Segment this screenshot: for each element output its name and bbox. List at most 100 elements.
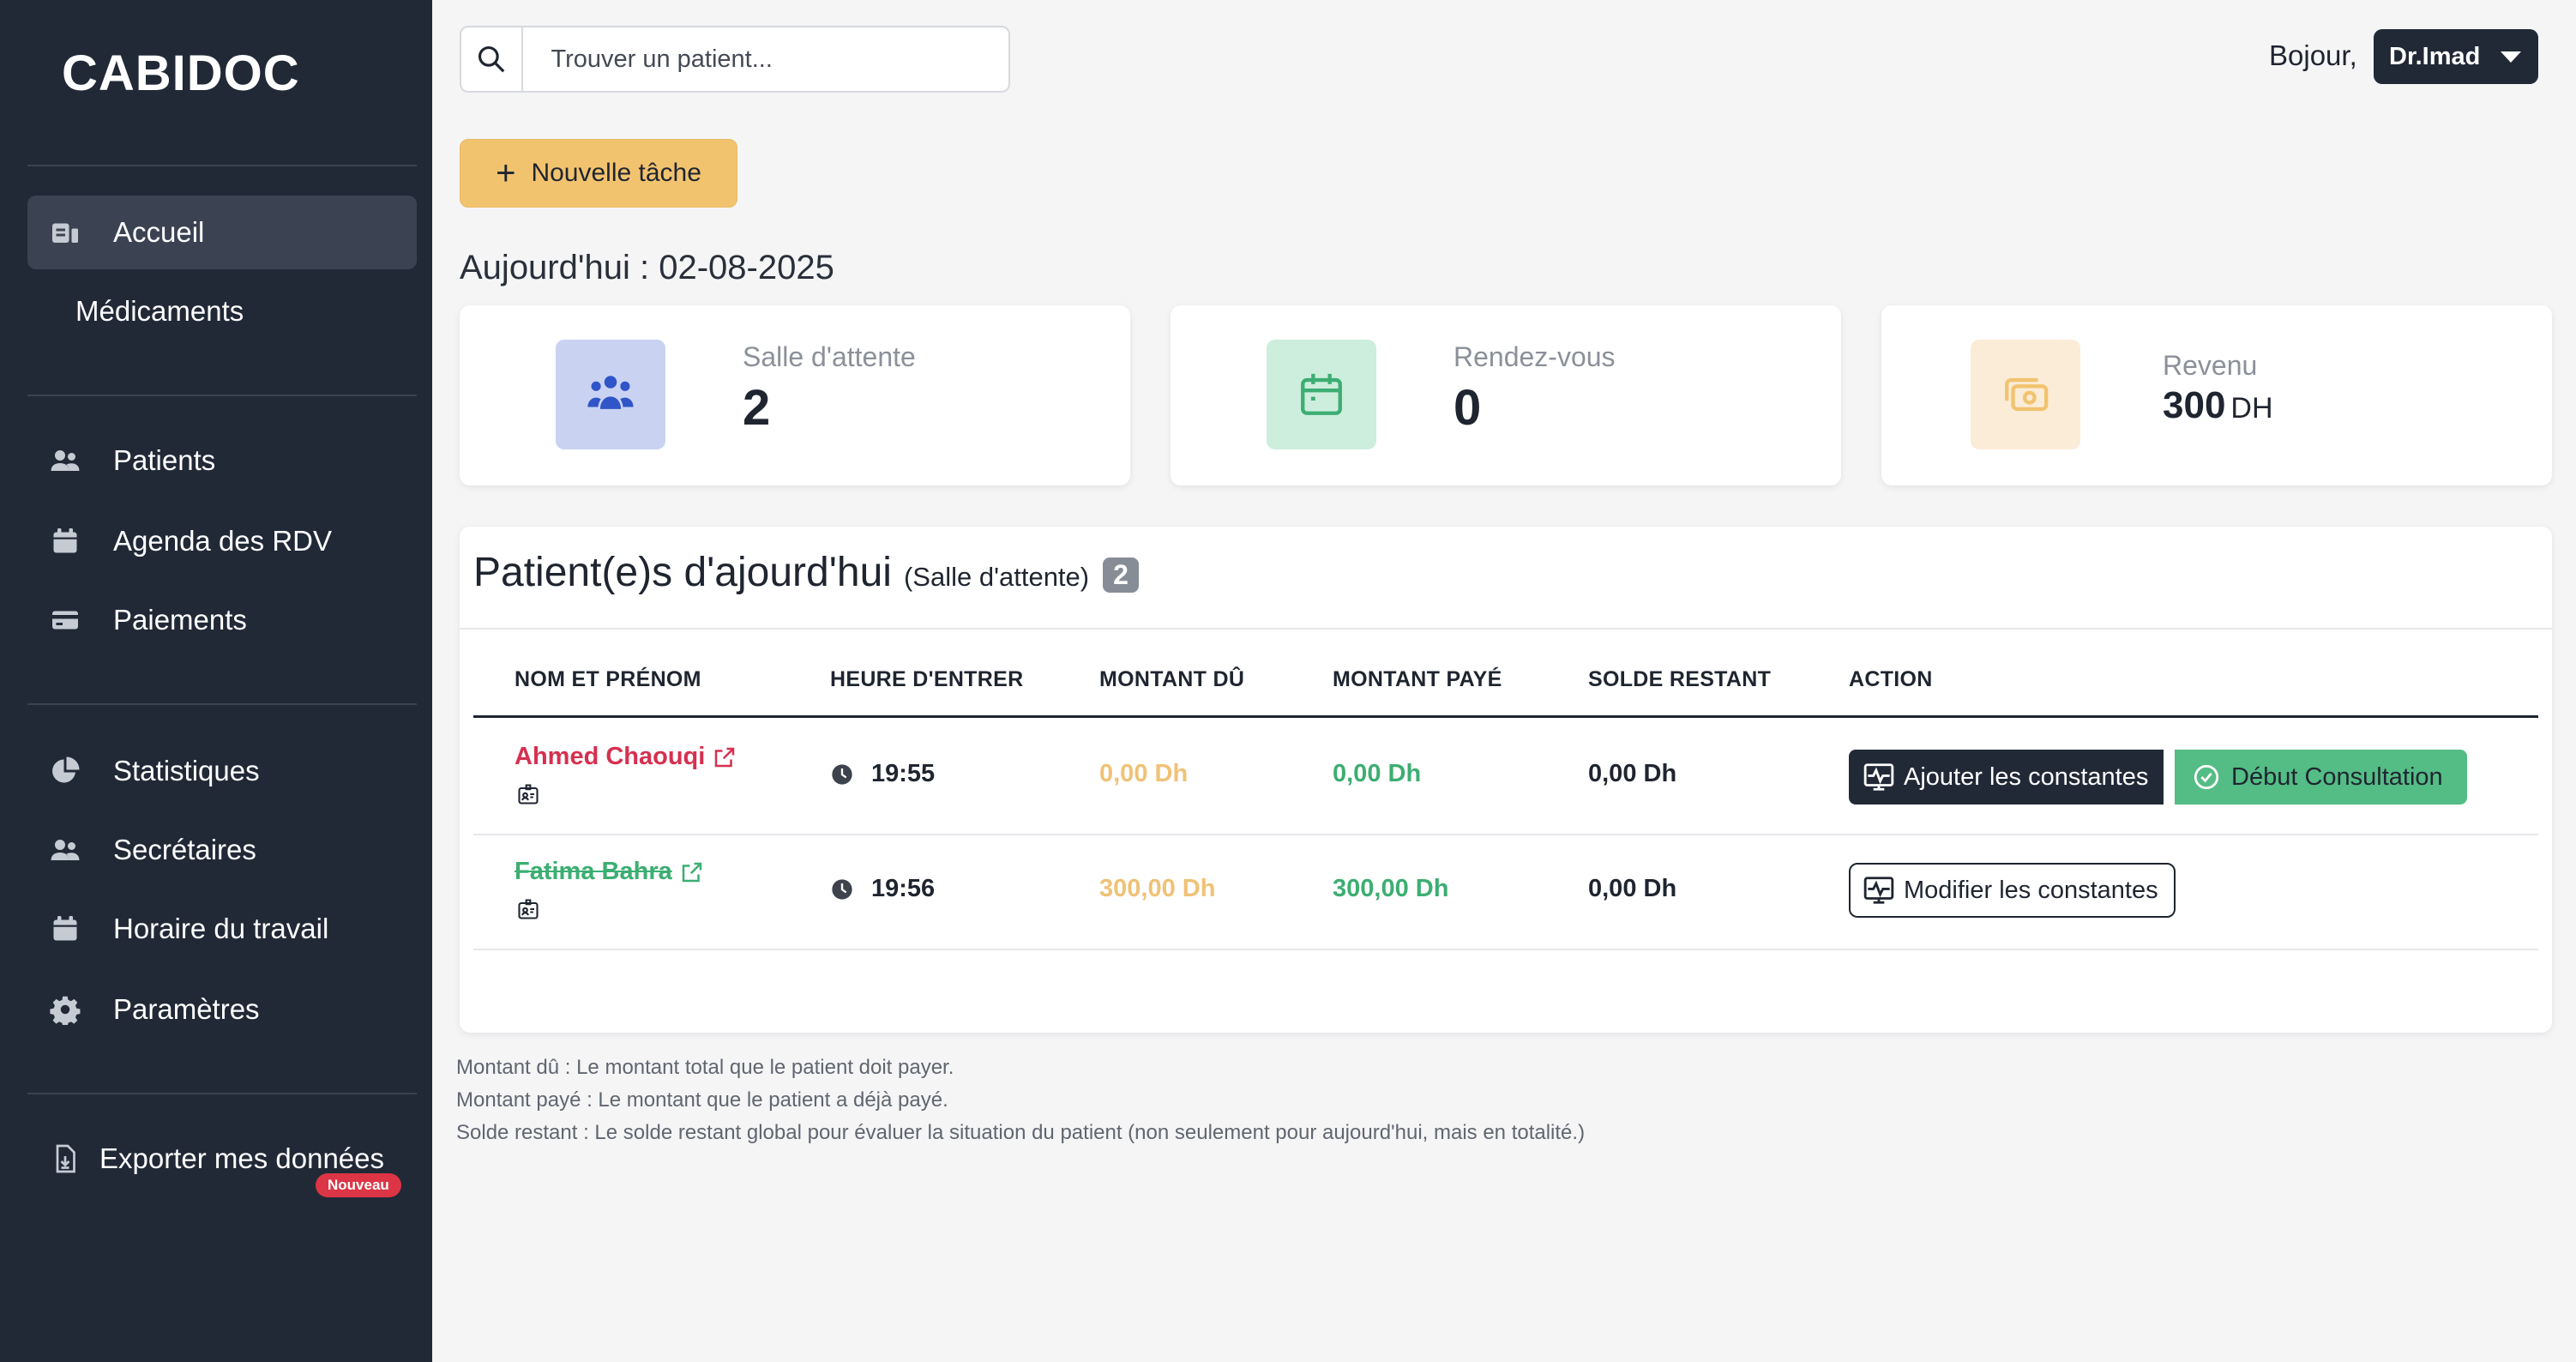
pie-chart-icon (48, 754, 82, 788)
sidebar-item-label: Paiements (113, 604, 247, 636)
sidebar-item-label: Horaire du travail (113, 913, 329, 944)
note-paid: Montant payé : Le montant que le patient… (456, 1088, 948, 1112)
external-link-icon (682, 862, 701, 882)
home-card-icon (48, 215, 82, 250)
sidebar-item-statistiques[interactable]: Statistiques (27, 734, 417, 808)
revenue-amount: 300 (2163, 384, 2226, 426)
panel-title: Patient(e)s d'ajourd'hui (Salle d'attent… (473, 549, 1139, 596)
sidebar-item-label: Paramètres (113, 993, 260, 1025)
sidebar-item-patients[interactable]: Patients (27, 424, 417, 497)
remaining-balance: 0,00 Dh (1588, 760, 1677, 787)
greeting-text: Bojour, (2269, 39, 2357, 71)
column-header-due[interactable]: MONTANT DÛ (1099, 667, 1244, 692)
gear-icon (48, 992, 82, 1027)
row-divider (473, 834, 2538, 835)
stat-label: Salle d'attente (743, 341, 916, 372)
start-consultation-button[interactable]: Début Consultation (2175, 750, 2467, 805)
sidebar-item-accueil[interactable]: Accueil (27, 196, 417, 269)
column-header-paid[interactable]: MONTANT PAYÉ (1333, 667, 1502, 692)
search-icon[interactable] (461, 27, 524, 91)
patient-name-link[interactable]: Fatima Bahra (515, 858, 705, 886)
sidebar-item-agenda[interactable]: Agenda des RDV (27, 504, 417, 578)
calendar-icon (48, 524, 82, 558)
row-divider (473, 949, 2538, 950)
sidebar-item-medicaments[interactable]: Médicaments (27, 274, 417, 348)
search-input[interactable] (523, 27, 1008, 91)
column-header-remaining[interactable]: SOLDE RESTANT (1588, 667, 1771, 692)
users-icon (48, 833, 82, 867)
add-vitals-label: Ajouter les constantes (1904, 762, 2149, 791)
divider (27, 703, 417, 705)
divider (27, 165, 417, 166)
note-due: Montant dû : Le montant total que le pat… (456, 1056, 954, 1079)
entry-time: 19:55 (830, 760, 935, 788)
patient-name: Ahmed Chaouqi (515, 743, 706, 770)
remaining-balance: 0,00 Dh (1588, 875, 1677, 902)
id-card-icon[interactable] (516, 782, 540, 806)
search-box (460, 26, 1010, 93)
external-link-icon (715, 747, 735, 767)
amount-paid: 300,00 Dh (1333, 875, 1449, 902)
amount-due: 0,00 Dh (1099, 760, 1189, 787)
sidebar-item-label: Patients (113, 444, 216, 476)
file-download-icon (48, 1142, 82, 1176)
add-vitals-button[interactable]: Ajouter les constantes (1849, 750, 2164, 805)
entry-time-value: 19:55 (871, 760, 936, 787)
sidebar-item-label: Agenda des RDV (113, 525, 332, 557)
sidebar: CABIDOC Accueil Médicaments Patients Age… (0, 0, 432, 1362)
stat-value: 0 (1454, 380, 1482, 436)
stat-card-waiting-room[interactable]: Salle d'attente 2 (460, 305, 1130, 485)
column-header-time[interactable]: HEURE D'ENTRER (830, 667, 1023, 692)
users-group-icon (556, 340, 665, 449)
brand-logo[interactable]: CABIDOC (62, 45, 300, 102)
sidebar-item-label: Médicaments (75, 295, 244, 327)
user-menu-button[interactable]: Dr.Imad (2374, 29, 2538, 84)
stat-value: 300 DH (2163, 384, 2273, 427)
column-header-action: ACTION (1849, 667, 1933, 691)
id-card-icon[interactable] (516, 897, 540, 921)
stat-card-revenue[interactable]: Revenu 300 DH (1881, 305, 2552, 485)
edit-vitals-label: Modifier les constantes (1904, 876, 2158, 904)
stat-card-appointments[interactable]: Rendez-vous 0 (1171, 305, 1841, 485)
stat-value: 2 (743, 380, 771, 436)
sidebar-item-secretaires[interactable]: Secrétaires (27, 813, 417, 887)
sidebar-item-label: Statistiques (113, 755, 260, 786)
sidebar-item-horaire[interactable]: Horaire du travail (27, 892, 417, 966)
monitor-pulse-icon (1863, 763, 1894, 791)
amount-paid: 0,00 Dh (1333, 760, 1422, 787)
entry-time: 19:56 (830, 875, 935, 903)
calendar-icon (1267, 340, 1376, 449)
divider (27, 395, 417, 396)
credit-card-icon (48, 603, 82, 637)
sidebar-item-parametres[interactable]: Paramètres (27, 973, 417, 1046)
clock-icon (832, 878, 852, 900)
column-header-name[interactable]: NOM ET PRÉNOM (515, 667, 701, 692)
sidebar-item-label: Accueil (113, 216, 205, 248)
panel-title-text: Patient(e)s d'ajourd'hui (473, 550, 892, 595)
sidebar-item-paiements[interactable]: Paiements (27, 583, 417, 657)
patients-panel: Patient(e)s d'ajourd'hui (Salle d'attent… (460, 527, 2552, 1033)
sidebar-item-label: Secrétaires (113, 834, 256, 865)
new-task-button[interactable]: + Nouvelle tâche (460, 139, 737, 208)
patient-name-link[interactable]: Ahmed Chaouqi (515, 743, 737, 771)
divider (27, 1093, 417, 1094)
money-icon (1971, 340, 2080, 449)
legend-notes: Montant dû : Le montant total que le pat… (456, 1052, 1585, 1149)
start-consultation-label: Début Consultation (2231, 762, 2443, 791)
today-date: Aujourd'hui : 02-08-2025 (460, 249, 834, 286)
user-name: Dr.Imad (2389, 42, 2481, 70)
amount-due: 300,00 Dh (1099, 875, 1216, 902)
calendar-icon (48, 912, 82, 946)
header-divider (473, 715, 2538, 718)
entry-time-value: 19:56 (871, 875, 936, 902)
panel-header: Patient(e)s d'ajourd'hui (Salle d'attent… (460, 527, 2552, 630)
check-circle-icon (2194, 764, 2219, 790)
users-icon (48, 443, 82, 478)
edit-vitals-button[interactable]: Modifier les constantes (1849, 863, 2176, 918)
new-task-label: Nouvelle tâche (531, 159, 701, 187)
sidebar-item-label: Exporter mes données (99, 1142, 385, 1174)
plus-icon: + (496, 154, 516, 192)
patient-count-badge: 2 (1103, 557, 1139, 593)
panel-subtitle: (Salle d'attente) (903, 562, 1090, 592)
note-remaining: Solde restant : Le solde restant global … (456, 1121, 1586, 1144)
